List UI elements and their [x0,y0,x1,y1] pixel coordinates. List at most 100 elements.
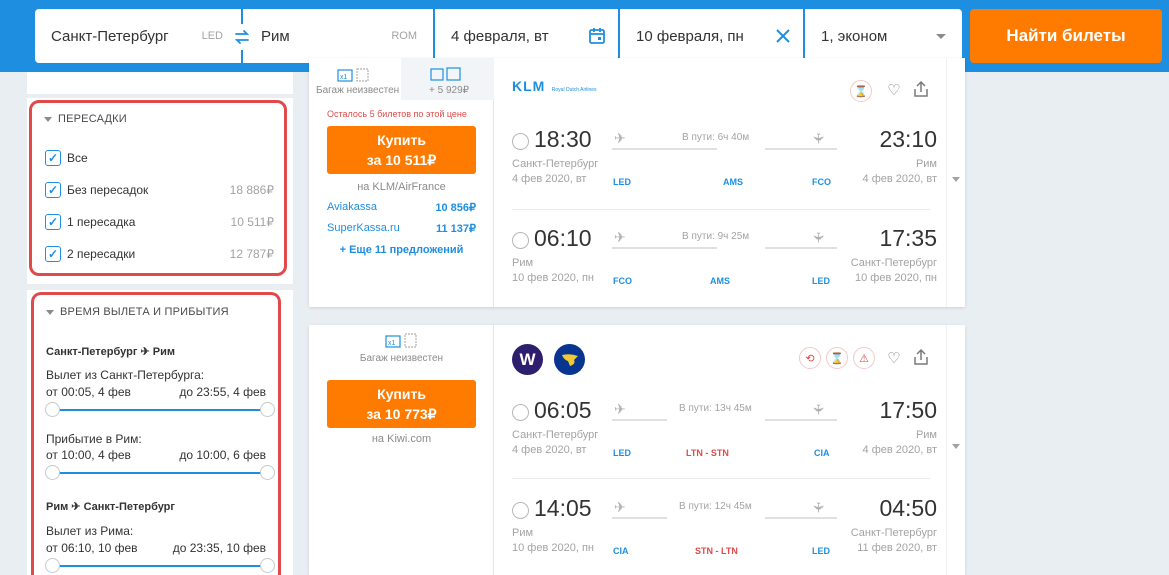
departure-airport-code: FCO [613,276,632,286]
segment-divider [512,478,930,479]
times-filter-header[interactable]: ВРЕМЯ ВЫЛЕТА И ПРИБЫТИЯ [46,306,229,318]
chevron-down-icon [936,34,946,39]
departure-time: 18:30 [534,126,592,152]
passengers-select[interactable]: 1, эконом [821,28,887,45]
heart-icon[interactable]: ♡ [884,80,904,100]
return-date-input[interactable]: 10 февраля, пн [636,28,744,45]
baggage-option-paid[interactable]: + 5 929₽ [401,58,494,100]
departure-time: 06:10 [534,225,592,251]
origin-code: LED [201,30,223,42]
share-icon[interactable] [911,347,931,367]
departure-slider[interactable] [45,402,275,417]
arrival-airport-code: FCO [812,177,831,187]
depart-date-input[interactable]: 4 февраля, вт [451,28,549,45]
checkbox-icon[interactable]: ✓ [45,246,61,262]
checkbox-icon[interactable]: ✓ [45,214,61,230]
slider-handle-max[interactable] [260,465,275,480]
timeline-bar [765,517,837,519]
transfer-option-direct[interactable]: ✓ Без пересадок 18 886₽ [45,180,274,200]
route-heading-outbound: Санкт-Петербург ✈ Рим [46,346,175,358]
baggage-icon [430,67,461,81]
clock-icon [512,232,529,249]
share-icon[interactable] [911,79,931,99]
arrival-label: Прибытие в Рим: [46,432,142,446]
ticket-card: x1 Багаж неизвестен + 5 929₽ Осталось 5 … [309,58,965,307]
baggage-option-unknown[interactable]: x1 Багаж неизвестен [309,325,494,370]
range-from: от 00:05, 4 фев [46,385,131,399]
arrival-time: 17:35 [879,225,937,251]
slider-handle-min[interactable] [45,558,60,573]
more-offers-link[interactable]: + Еще 11 предложений [309,244,494,256]
arrival-airport-code: CIA [814,448,830,458]
swap-icon[interactable] [229,24,255,50]
chevron-down-icon [952,444,960,449]
collapse-icon [44,116,52,122]
arrival-airport-code: LED [812,276,830,286]
landing-icon: ✈ [810,501,827,514]
heart-icon[interactable]: ♡ [884,348,904,368]
departure-city: Санкт-Петербург [512,429,599,441]
buy-button[interactable]: Купить за 10 511₽ [327,126,476,174]
expand-ticket-toggle[interactable] [946,325,965,575]
origin-field[interactable]: Санкт-Петербург LED [35,9,241,63]
find-tickets-button[interactable]: Найти билеты [970,9,1162,63]
destination-input[interactable]: Рим [261,28,290,45]
timeline-bar [612,419,667,421]
arrival-time: 17:50 [879,397,937,423]
buy-label: Купить [377,386,426,402]
slider-handle-max[interactable] [260,558,275,573]
timeline-bar [765,247,837,249]
departure-slider-return[interactable] [45,558,275,573]
depart-date-field[interactable]: 4 февраля, вт [435,9,618,63]
arrival-slider[interactable] [45,465,275,480]
timeline-bar [612,517,667,519]
transfer-option-two[interactable]: ✓ 2 пересадки 12 787₽ [45,244,274,264]
stopover-airport-code: LTN - STN [686,448,729,458]
agent-offer[interactable]: SuperKassa.ru 11 137₽ [327,222,476,235]
destination-code: ROM [391,30,417,42]
checkbox-icon[interactable]: ✓ [45,150,61,166]
return-date-field[interactable]: 10 февраля, пн [620,9,803,63]
origin-input[interactable]: Санкт-Петербург [51,28,169,45]
clear-icon[interactable] [775,28,791,44]
svg-text:x1: x1 [388,340,396,347]
checkbox-icon[interactable]: ✓ [45,182,61,198]
departure-airport-code: LED [613,177,631,187]
departure-city: Санкт-Петербург [512,158,599,170]
arrival-time: 04:50 [879,495,937,521]
seller-name: на KLM/AirFrance [357,181,446,193]
buy-price: за 10 773₽ [366,406,437,422]
flight-segment: 06:10 ✈ В пути: 9ч 25м ✈ 17:35 Рим Санкт… [512,217,945,307]
buy-button[interactable]: Купить за 10 773₽ [327,380,476,428]
baggage-icon: x1 [385,333,417,348]
transfers-filter-header[interactable]: ПЕРЕСАДКИ [44,113,127,125]
transfer-option-one[interactable]: ✓ 1 пересадка 10 511₽ [45,212,274,232]
airline-logo-text: KLM [512,78,546,94]
departure-airport-code: LED [613,448,631,458]
landing-icon: ✈ [810,231,827,244]
range-to: до 23:35, 10 фев [172,541,266,555]
takeoff-icon: ✈ [614,229,626,245]
passengers-field[interactable]: 1, эконом [805,9,962,63]
baggage-option-unknown[interactable]: x1 Багаж неизвестен [309,58,401,100]
departure-city: Рим [512,527,534,539]
agent-name: SuperKassa.ru [327,222,400,234]
slider-handle-min[interactable] [45,465,60,480]
agent-price: 11 137₽ [435,223,476,235]
destination-field[interactable]: Рим ROM [243,9,433,63]
range-from: от 10:00, 4 фев [46,448,131,462]
svg-text:x1: x1 [340,74,348,81]
agent-name: Aviakassa [327,201,377,213]
transfer-option-all[interactable]: ✓ Все [45,148,274,168]
agent-price: 10 856₽ [435,202,476,214]
arrival-city: Рим [915,429,937,441]
slider-handle-min[interactable] [45,402,60,417]
departure-label: Вылет из Санкт-Петербурга: [46,368,205,382]
clock-icon [512,404,529,421]
calendar-icon[interactable] [588,27,606,45]
ticket-buy-column: x1 Багаж неизвестен + 5 929₽ Осталось 5 … [309,58,494,307]
slider-handle-max[interactable] [260,402,275,417]
expand-ticket-toggle[interactable] [946,58,965,307]
agent-offer[interactable]: Aviakassa 10 856₽ [327,201,476,214]
departure-time: 06:05 [534,397,592,423]
